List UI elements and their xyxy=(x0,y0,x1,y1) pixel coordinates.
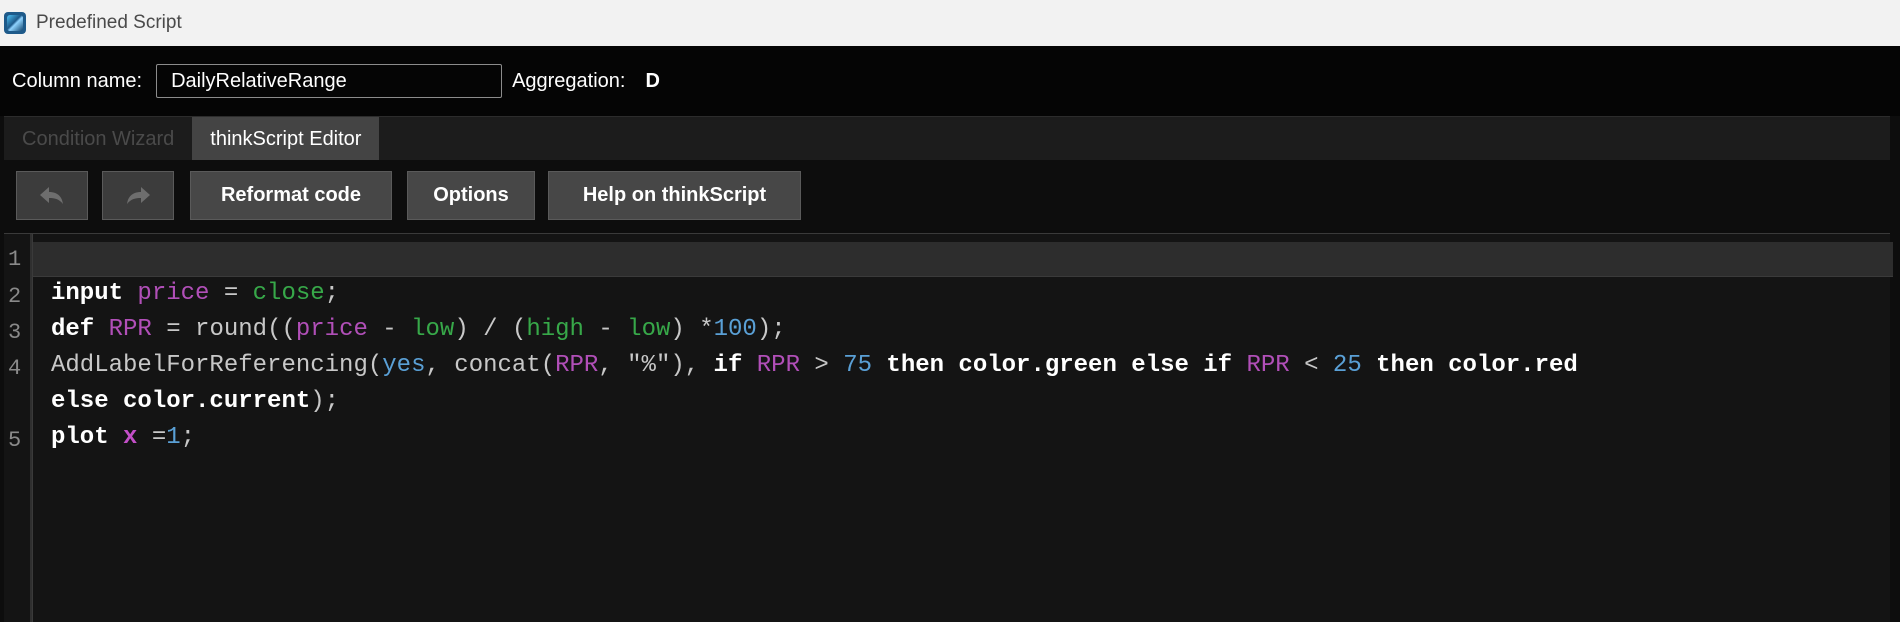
editor-tabs: Condition Wizard thinkScript Editor xyxy=(4,116,1890,162)
thinkorswim-app-icon xyxy=(4,12,26,34)
code-token: ; xyxy=(324,280,340,307)
code-token: close xyxy=(252,280,325,307)
undo-arrow-icon xyxy=(40,186,63,204)
code-token: = round(( xyxy=(151,316,296,343)
line-number: 3 xyxy=(8,320,22,345)
code-token: , concat( xyxy=(425,352,556,379)
window-titlebar: Predefined Script xyxy=(0,0,1900,46)
line-number: 1 xyxy=(8,247,22,272)
help-on-thinkscript-button[interactable]: Help on thinkScript xyxy=(548,171,801,220)
code-token: 1 xyxy=(166,424,181,451)
code-token: = xyxy=(137,424,167,451)
line-number-gutter: 1 2 3 4 5 xyxy=(4,234,32,622)
redo-arrow-icon xyxy=(127,186,150,204)
code-token: if xyxy=(713,352,743,379)
code-token: AddLabelForReferencing( xyxy=(51,352,383,379)
code-token: low xyxy=(627,316,671,343)
current-line-highlight xyxy=(33,242,1893,277)
line-number: 4 xyxy=(8,356,22,381)
code-token: x xyxy=(123,424,138,451)
code-line[interactable]: input price = close; xyxy=(51,280,339,307)
column-settings-bar: Column name: Aggregation: D xyxy=(0,46,1900,116)
code-token: ); xyxy=(756,316,786,343)
line-number: 2 xyxy=(8,284,22,309)
code-token: - xyxy=(367,316,412,343)
code-token: , "%"), xyxy=(598,352,714,379)
code-token: ) / ( xyxy=(454,316,527,343)
aggregation-value[interactable]: D xyxy=(645,70,659,93)
code-token: price xyxy=(137,280,210,307)
code-token: - xyxy=(583,316,628,343)
window-title: Predefined Script xyxy=(36,12,182,33)
code-token: < xyxy=(1289,352,1333,379)
code-token: 25 xyxy=(1332,352,1362,379)
code-token: ); xyxy=(310,388,340,415)
line-number: 5 xyxy=(8,428,22,453)
code-line[interactable]: else color.current); xyxy=(51,388,339,415)
editor-toolbar: Reformat code Options Help on thinkScrip… xyxy=(0,160,1900,230)
code-token: high xyxy=(526,316,584,343)
code-token: low xyxy=(411,316,455,343)
options-button[interactable]: Options xyxy=(407,171,535,220)
tab-thinkscript-editor[interactable]: thinkScript Editor xyxy=(192,117,380,161)
code-token: RPR xyxy=(555,352,599,379)
undo-button[interactable] xyxy=(16,171,88,220)
tab-condition-wizard[interactable]: Condition Wizard xyxy=(4,117,193,161)
code-editor[interactable]: 1 2 3 4 5 input price = close; def RPR =… xyxy=(4,233,1893,622)
column-name-label: Column name: xyxy=(12,69,143,92)
column-name-input[interactable] xyxy=(156,64,503,98)
code-token: RPR xyxy=(1246,352,1290,379)
redo-button[interactable] xyxy=(102,171,174,220)
code-token: ; xyxy=(180,424,196,451)
code-token: price xyxy=(295,316,368,343)
code-line[interactable]: plot x =1; xyxy=(51,424,195,451)
code-token: RPR xyxy=(756,352,800,379)
code-token: ) * xyxy=(670,316,714,343)
code-line[interactable]: AddLabelForReferencing(yes, concat(RPR, … xyxy=(51,352,1578,379)
aggregation-label: Aggregation: xyxy=(512,69,626,92)
code-token: = xyxy=(209,280,253,307)
reformat-code-button[interactable]: Reformat code xyxy=(190,171,392,220)
code-token: yes xyxy=(382,352,426,379)
code-token: plot xyxy=(51,424,109,451)
code-token: > xyxy=(799,352,844,379)
code-token: 100 xyxy=(713,316,757,343)
code-token: then color.green else if xyxy=(886,352,1233,379)
code-area[interactable]: input price = close; def RPR = round((pr… xyxy=(32,234,1893,622)
code-token: input xyxy=(51,280,124,307)
code-token: def xyxy=(51,316,95,343)
code-line[interactable]: def RPR = round((price - low) / (high - … xyxy=(51,316,786,343)
code-token: then color.red xyxy=(1376,352,1578,379)
code-token: 75 xyxy=(843,352,873,379)
code-token: else color.current xyxy=(51,388,311,415)
code-token: RPR xyxy=(108,316,152,343)
